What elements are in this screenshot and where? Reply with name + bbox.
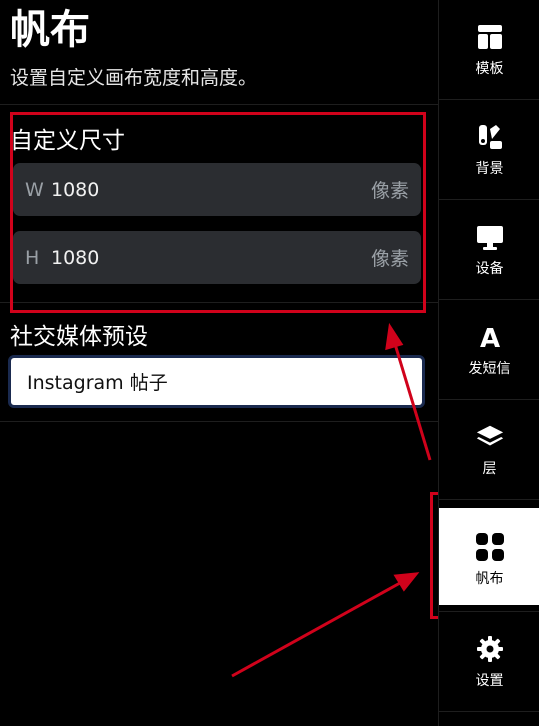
sidebar-item-label: 模板 [475,60,504,77]
width-unit: 像素 [370,180,409,202]
height-input[interactable]: 1080 [51,247,371,269]
page-title: 帆布 [10,7,90,53]
monitor-icon [475,222,505,252]
sidebar-item-layers[interactable]: 层 [439,400,539,500]
canvas-settings-screen: 帆布 设置自定义画布宽度和高度。 自定义尺寸 W 1080 像素 H 1080 … [0,0,539,726]
sidebar-item-label: 层 [482,460,497,477]
grid-icon [475,532,505,562]
sidebar-item-label: 发短信 [468,360,511,377]
background-icon [475,122,505,152]
active-indicator [439,605,539,611]
width-input[interactable]: 1080 [51,179,371,201]
divider [0,104,438,105]
divider [0,421,438,422]
template-icon [475,22,505,52]
layers-icon [475,422,505,452]
sidebar-item-device[interactable]: 设备 [439,200,539,300]
width-field[interactable]: W 1080 像素 [13,163,421,216]
gear-icon [475,634,505,664]
social-preset-title: 社交媒体预设 [10,324,148,350]
sidebar-item-settings[interactable]: 设置 [439,612,539,712]
svg-text:A: A [479,324,499,351]
height-prefix: H [25,246,40,269]
sidebar-item-label: 设置 [475,672,504,689]
sidebar-item-background[interactable]: 背景 [439,100,539,200]
sidebar-item-label: 帆布 [475,570,504,587]
page-subtitle: 设置自定义画布宽度和高度。 [10,67,258,89]
sidebar-item-label: 背景 [475,160,504,177]
divider [0,302,438,303]
height-unit: 像素 [370,248,409,270]
social-preset-select[interactable]: Instagram 帖子 [8,355,425,408]
sidebar-item-label: 设备 [475,260,504,277]
width-prefix: W [25,178,44,201]
height-field[interactable]: H 1080 像素 [13,231,421,284]
custom-size-title: 自定义尺寸 [10,128,125,154]
text-icon: A [475,322,505,352]
sidebar-item-templates[interactable]: 模板 [439,0,539,100]
right-sidebar: 模板 背景 设备 A 发短信 层 帆布 设置 [438,0,539,726]
sidebar-item-text[interactable]: A 发短信 [439,300,539,400]
sidebar-item-canvas[interactable]: 帆布 [439,508,539,612]
canvas-panel: 帆布 设置自定义画布宽度和高度。 自定义尺寸 W 1080 像素 H 1080 … [0,0,438,726]
